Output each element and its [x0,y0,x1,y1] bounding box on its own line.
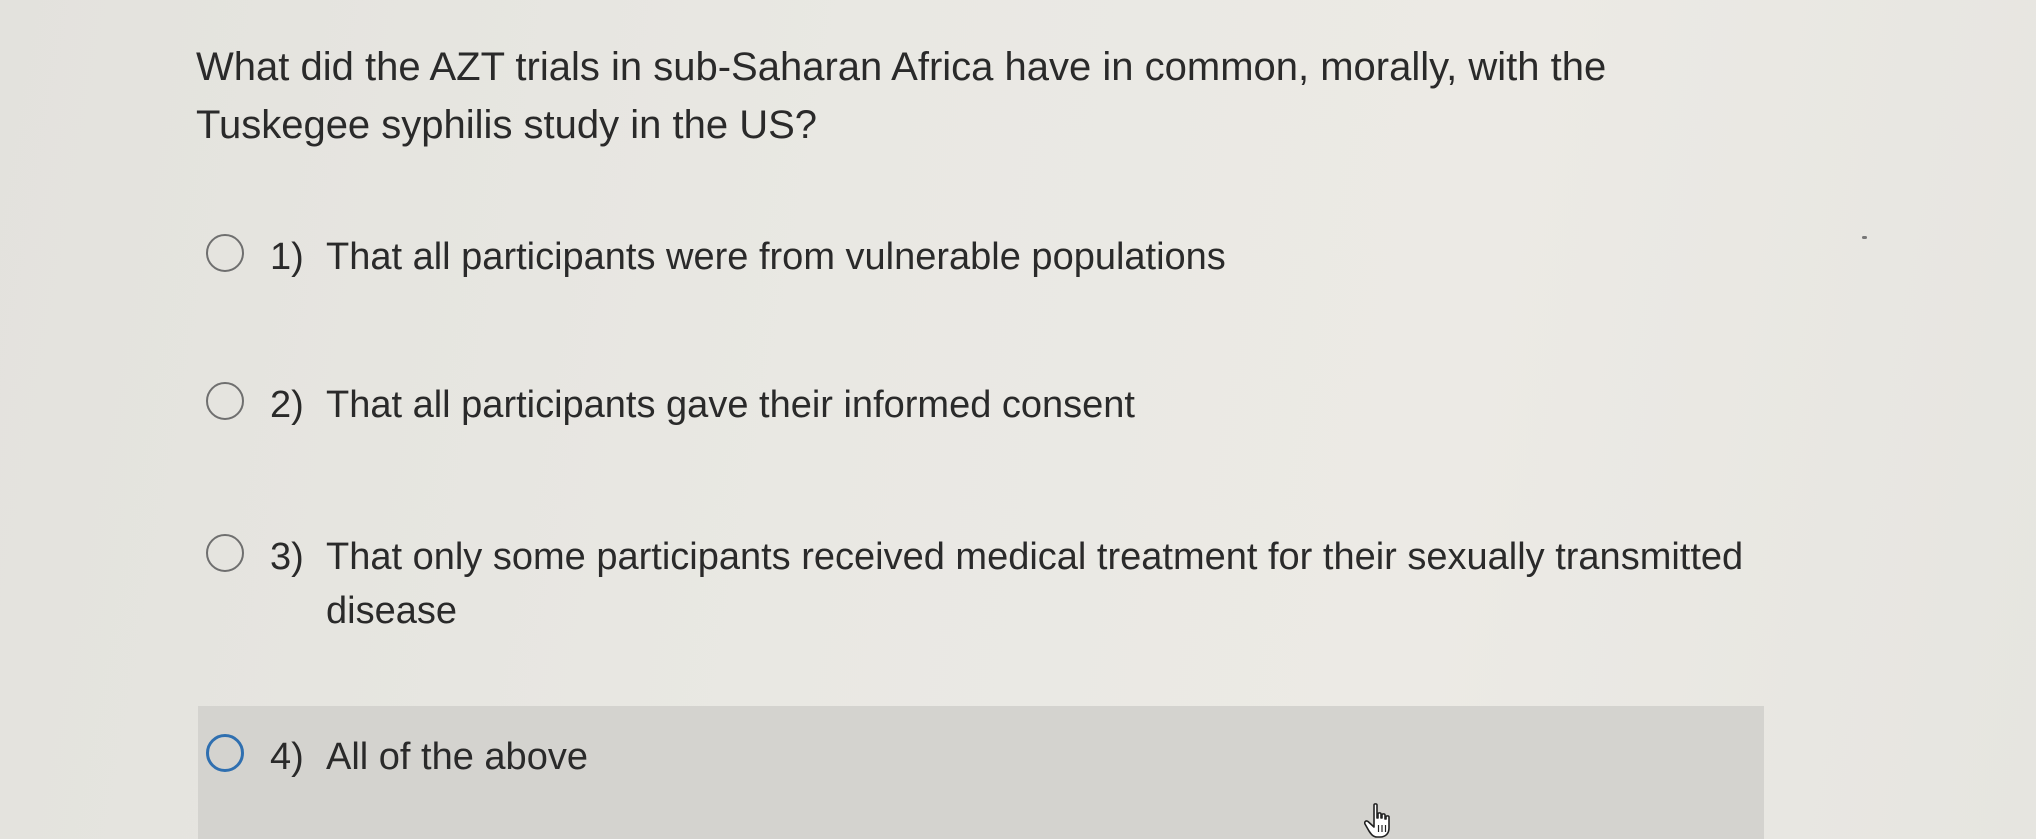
option-label-2: That all participants gave their informe… [326,384,1135,426]
radio-button-1[interactable] [206,234,244,272]
option-label-1: That all participants were from vulnerab… [326,236,1226,278]
radio-button-4[interactable] [206,734,244,772]
radio-button-2[interactable] [206,382,244,420]
answer-option-4[interactable]: 4) All of the above [198,706,1764,839]
option-number-2: 2) [270,384,304,426]
option-number-3: 3) [270,536,304,578]
answer-option-3[interactable]: 3) That only some participants received … [198,530,1764,638]
hand-pointer-icon [1364,803,1390,838]
option-number-4: 4) [270,736,304,778]
answer-option-2[interactable]: 2) That all participants gave their info… [198,378,1764,432]
radio-button-3[interactable] [206,534,244,572]
screen-speck [1862,236,1867,239]
answer-option-1[interactable]: 1) That all participants were from vulne… [198,230,1764,284]
option-label-4: All of the above [326,736,588,778]
option-number-1: 1) [270,236,304,278]
option-label-3: That only some participants received med… [326,536,1744,632]
question-text: What did the AZT trials in sub-Saharan A… [196,45,1607,147]
